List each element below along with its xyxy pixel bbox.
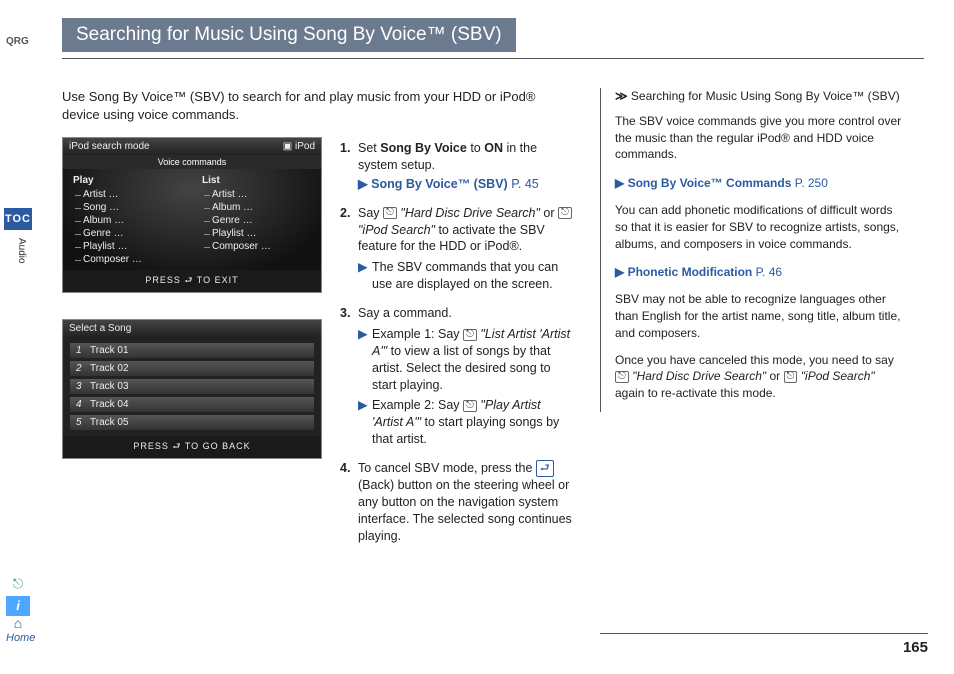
step-number: 2. [340,205,358,293]
ss1-foot: PRESS ⮐ TO EXIT [63,270,321,292]
list-item: Playlist … [73,240,182,253]
title-rule [62,58,924,59]
bullet-icon: ▶ [358,397,372,448]
ss2-foot: PRESS ⮐ TO GO BACK [63,436,321,458]
side-column: ≫ Searching for Music Using Song By Voic… [600,88,906,412]
list-item: Genre … [202,214,311,227]
step-1: Set Song By Voice to ON in the system se… [358,140,574,193]
side-para: The SBV voice commands give you more con… [615,113,906,163]
list-item: Artist … [73,188,182,201]
step-4: To cancel SBV mode, press the ⮐ (Back) b… [358,460,574,545]
page-number: 165 [903,639,928,656]
voice-icon[interactable]: ⎋ [6,574,30,594]
voice-icon: ⎋ [784,371,798,383]
table-row: 3Track 03 [69,378,315,395]
list-item: Album … [202,201,311,214]
side-para: SBV may not be able to recognize languag… [615,291,906,341]
table-row: 4Track 04 [69,396,315,413]
side-rail: QRG TOC Audio ⎋ i Home [0,0,48,674]
side-para: You can add phonetic modifications of di… [615,202,906,252]
list-item: Composer … [202,240,311,253]
back-icon: ⮐ [536,460,554,477]
ss1-list-head: List [202,175,311,186]
list-item: Genre … [73,227,182,240]
table-row: 1Track 01 [69,342,315,359]
ss1-badge: ▣ iPod [283,141,315,152]
step-number: 4. [340,460,358,545]
xref-commands[interactable]: ▶ Song By Voice™ Commands [615,175,791,192]
intro-text: Use Song By Voice™ (SBV) to search for a… [62,88,562,123]
list-item: Composer … [73,253,182,266]
list-item: Album … [73,214,182,227]
list-item: Song … [73,201,182,214]
step-2: Say ⎋ "Hard Disc Drive Search" or ⎋ "iPo… [358,205,574,293]
screenshot-select-song: Select a Song 1Track 01 2Track 02 3Track… [62,319,322,459]
steps-list: 1. Set Song By Voice to ON in the system… [340,140,574,557]
ss2-title: Select a Song [69,323,131,334]
screenshot-ipod-search: iPod search mode ▣ iPod Voice commands P… [62,137,322,293]
table-row: 5Track 05 [69,414,315,431]
toc-button[interactable]: TOC [4,208,32,230]
qrg-label[interactable]: QRG [6,36,29,47]
info-icon[interactable]: i [6,596,30,616]
voice-icon: ⎋ [558,207,572,219]
page-title: Searching for Music Using Song By Voice™… [62,18,516,52]
ss1-play-head: Play [73,175,182,186]
bullet-icon: ▶ [358,326,372,394]
xref-phonetic[interactable]: ▶ Phonetic Modification [615,264,752,281]
section-label: Audio [16,238,27,264]
voice-icon: ⎋ [463,400,477,412]
step-3: Say a command. ▶Example 1: Say ⎋ "List A… [358,305,574,448]
voice-icon: ⎋ [463,329,477,341]
voice-icon: ⎋ [383,207,397,219]
side-para: Once you have canceled this mode, you ne… [615,352,906,402]
step-number: 1. [340,140,358,193]
side-heading: ≫ Searching for Music Using Song By Voic… [615,88,906,105]
footer-rule [600,633,928,634]
xref-sbv[interactable]: ▶ Song By Voice™ (SBV) [358,176,508,193]
table-row: 2Track 02 [69,360,315,377]
ss1-sub: Voice commands [63,155,321,169]
home-button[interactable]: Home [6,618,30,638]
list-item: Artist … [202,188,311,201]
voice-icon: ⎋ [615,371,629,383]
step-number: 3. [340,305,358,448]
list-item: Playlist … [202,227,311,240]
bullet-icon: ▶ [358,259,372,293]
ss1-title: iPod search mode [69,141,150,152]
